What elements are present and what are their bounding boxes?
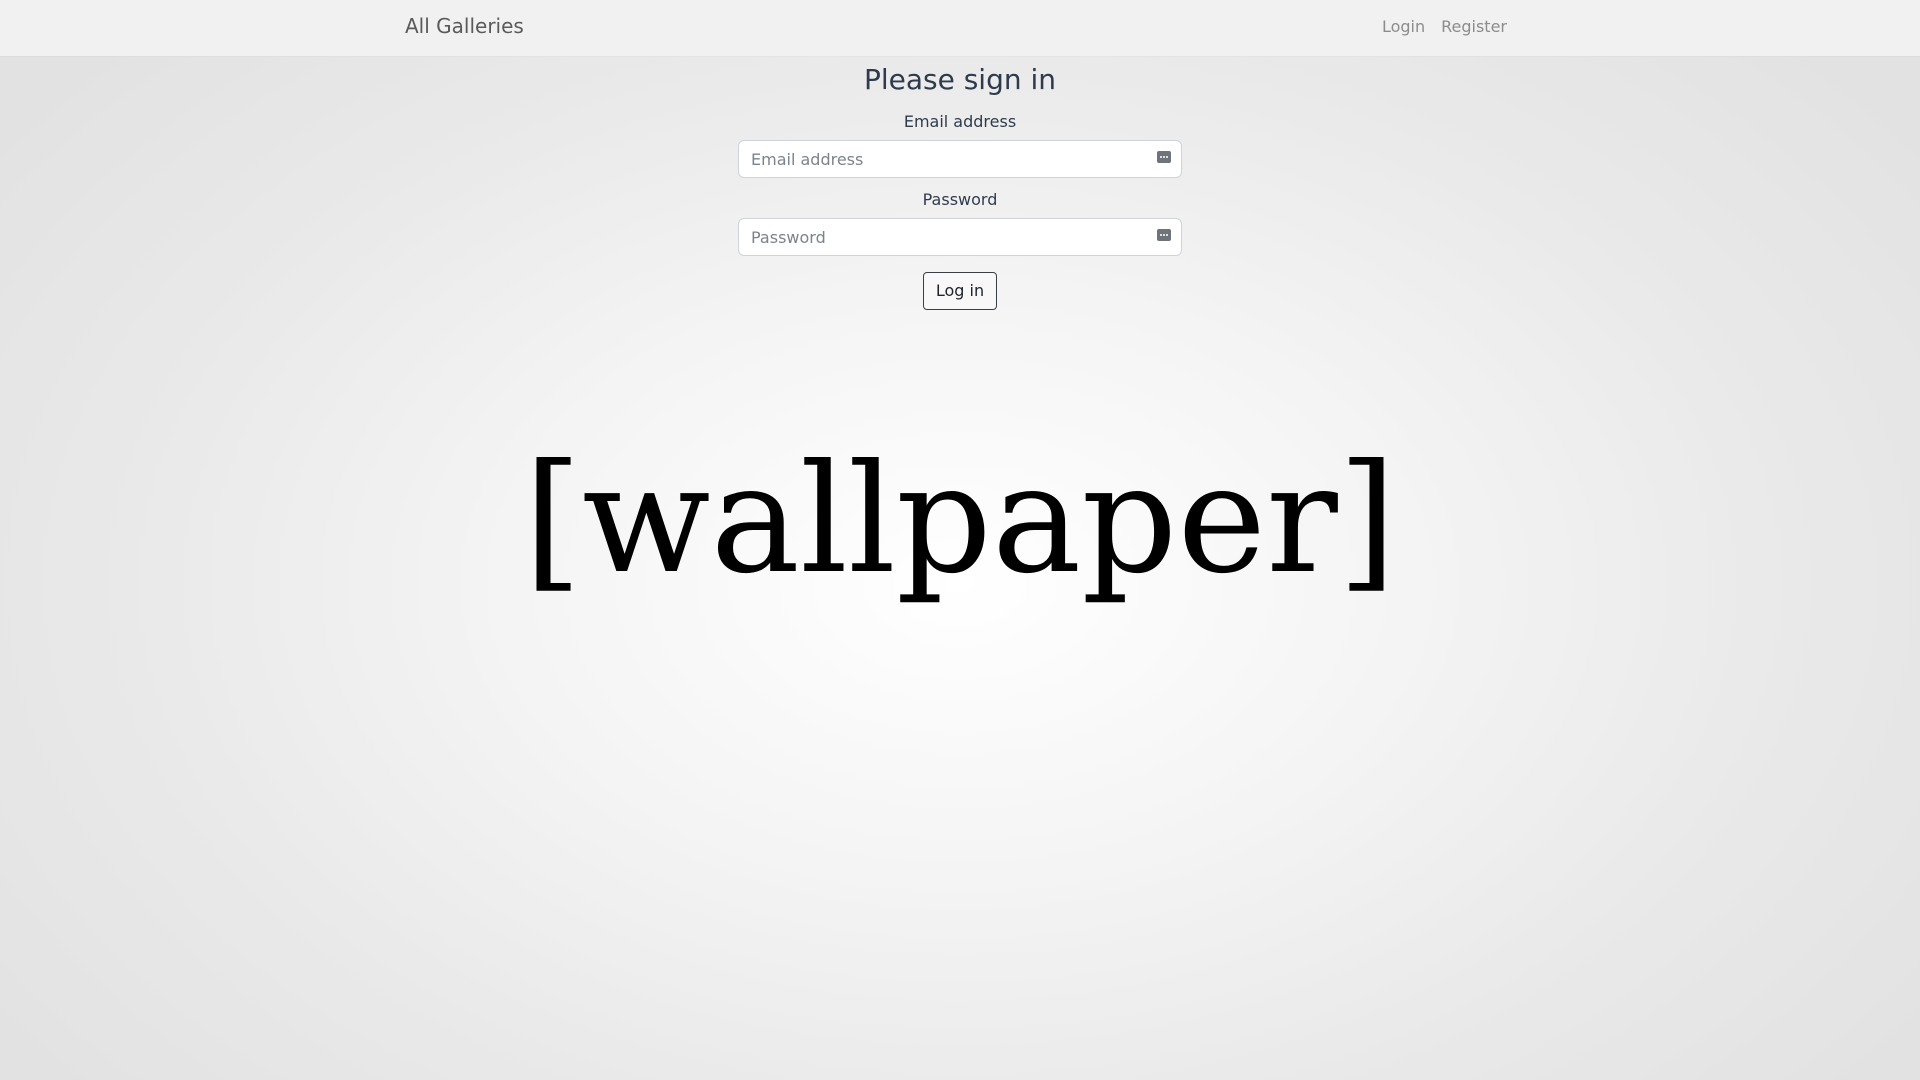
password-field[interactable]: [738, 218, 1182, 256]
email-field-wrapper: [738, 140, 1182, 178]
register-link[interactable]: Register: [1441, 17, 1507, 36]
key-icon[interactable]: [1157, 229, 1171, 241]
password-field-wrapper: [738, 218, 1182, 256]
nav-links: Login Register: [1382, 17, 1507, 36]
password-label: Password: [922, 190, 998, 209]
signin-form: Please sign in Email address Password Lo…: [738, 56, 1182, 310]
brand-link[interactable]: All Galleries: [405, 14, 524, 38]
login-link[interactable]: Login: [1382, 17, 1425, 36]
login-button[interactable]: Log in: [922, 272, 998, 310]
email-label: Email address: [903, 112, 1017, 131]
top-navbar: All Galleries Login Register: [0, 0, 1920, 56]
wallpaper-text: [wallpaper]: [523, 433, 1397, 607]
page-title: Please sign in: [863, 63, 1057, 96]
email-field[interactable]: [738, 140, 1182, 178]
key-icon[interactable]: [1157, 151, 1171, 163]
